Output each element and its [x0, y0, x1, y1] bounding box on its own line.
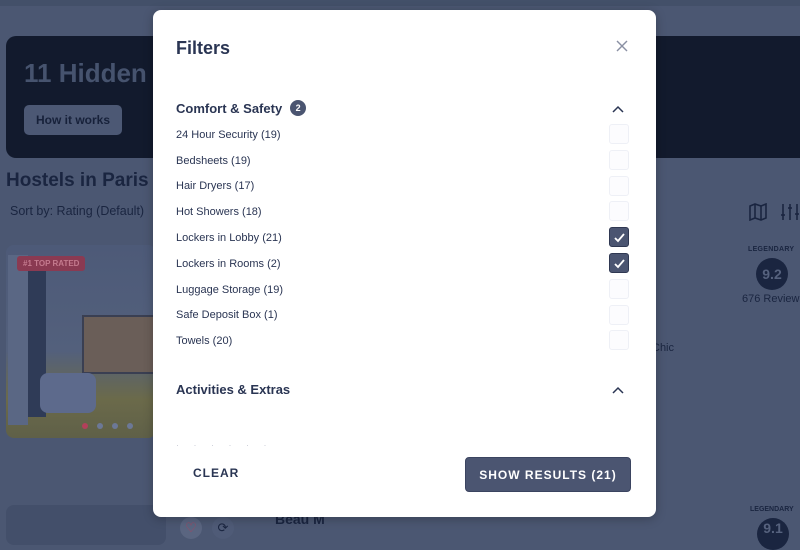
scroll-fade-text: · · · · · ·: [176, 440, 273, 450]
selected-count-badge: 2: [290, 100, 307, 116]
rating-label: LEGENDARY: [748, 246, 795, 253]
filter-option-label: Hair Dryers (17): [176, 180, 255, 193]
filter-checkbox[interactable]: [609, 252, 629, 273]
sort-dropdown[interactable]: Sort by: Rating (Default): [10, 204, 144, 218]
filter-option-label: Hot Showers (18): [176, 206, 262, 219]
sliders-icon[interactable]: [780, 203, 800, 221]
filter-option-label: Safe Deposit Box (1): [176, 309, 278, 322]
checkmark-icon: [614, 259, 625, 269]
filter-option-label: Bedsheets (19): [176, 154, 251, 167]
filter-option[interactable]: Hot Showers (18): [176, 199, 634, 225]
filter-checkbox[interactable]: [609, 330, 629, 351]
carousel-dot[interactable]: [97, 423, 103, 429]
chevron-up-icon[interactable]: [612, 383, 624, 394]
show-results-button[interactable]: SHOW RESULTS (21): [465, 457, 631, 492]
section-header-activities-extras[interactable]: Activities & Extras: [176, 379, 634, 399]
hostel-card-image[interactable]: [6, 505, 166, 545]
filter-option-label: Luggage Storage (19): [176, 283, 284, 296]
rating-score: 9.2: [756, 258, 788, 290]
section-title: Activities & Extras: [176, 381, 291, 397]
filter-option-label: Lockers in Lobby (21): [176, 232, 282, 245]
filter-option-label: 24 Hour Security (19): [176, 128, 281, 141]
filters-modal: Filters Comfort & Safety 2 24 Hour Secur…: [153, 10, 656, 517]
comfort-safety-options: 24 Hour Security (19) Bedsheets (19) Hair …: [176, 122, 634, 354]
checkmark-icon: [614, 233, 625, 243]
carousel-dot[interactable]: [82, 423, 88, 429]
filter-checkbox[interactable]: [609, 201, 629, 222]
heart-icon[interactable]: ♡: [180, 517, 202, 539]
carousel-dot[interactable]: [112, 423, 118, 429]
filter-checkbox[interactable]: [609, 278, 629, 299]
hostel-card-image[interactable]: [6, 245, 156, 438]
section-title: Comfort & Safety: [176, 100, 283, 116]
filter-checkbox[interactable]: [609, 227, 629, 248]
modal-title: Filters: [176, 38, 231, 58]
hero-title: 11 Hidden G: [24, 58, 175, 88]
filter-checkbox[interactable]: [609, 175, 629, 196]
clear-button[interactable]: CLEAR: [193, 466, 239, 480]
filter-option[interactable]: Lockers in Lobby (21): [176, 225, 634, 251]
filter-option[interactable]: Hair Dryers (17): [176, 174, 634, 200]
section-header-comfort-safety[interactable]: Comfort & Safety 2: [176, 98, 634, 118]
filter-option[interactable]: Lockers in Rooms (2): [176, 251, 634, 277]
rating-label: LEGENDARY: [750, 506, 794, 513]
chevron-up-icon[interactable]: [612, 102, 624, 113]
top-nav-strip: [0, 0, 800, 6]
close-icon[interactable]: [614, 38, 630, 54]
filter-option[interactable]: Towels (20): [176, 328, 634, 354]
filter-checkbox[interactable]: [609, 124, 629, 144]
how-it-works-button[interactable]: How it works: [24, 105, 122, 135]
rating-score: 9.1: [757, 518, 789, 550]
filter-checkbox[interactable]: [609, 149, 629, 170]
compare-icon[interactable]: ⟳: [212, 517, 234, 539]
reviews-count[interactable]: 676 Reviews: [742, 293, 800, 305]
filter-option[interactable]: Safe Deposit Box (1): [176, 303, 634, 329]
top-rated-badge: #1 TOP RATED: [17, 256, 86, 271]
carousel-dot[interactable]: [127, 423, 133, 429]
filter-option-label: Towels (20): [176, 335, 233, 348]
image-carousel-dots: [82, 423, 133, 429]
filter-option-label: Lockers in Rooms (2): [176, 257, 281, 270]
filter-checkbox[interactable]: [609, 304, 629, 325]
filter-option[interactable]: 24 Hour Security (19): [176, 122, 634, 148]
filter-option[interactable]: Luggage Storage (19): [176, 277, 634, 303]
page-title: Hostels in Paris: [6, 170, 149, 191]
filter-option[interactable]: Bedsheets (19): [176, 148, 634, 174]
map-icon[interactable]: [748, 202, 768, 222]
